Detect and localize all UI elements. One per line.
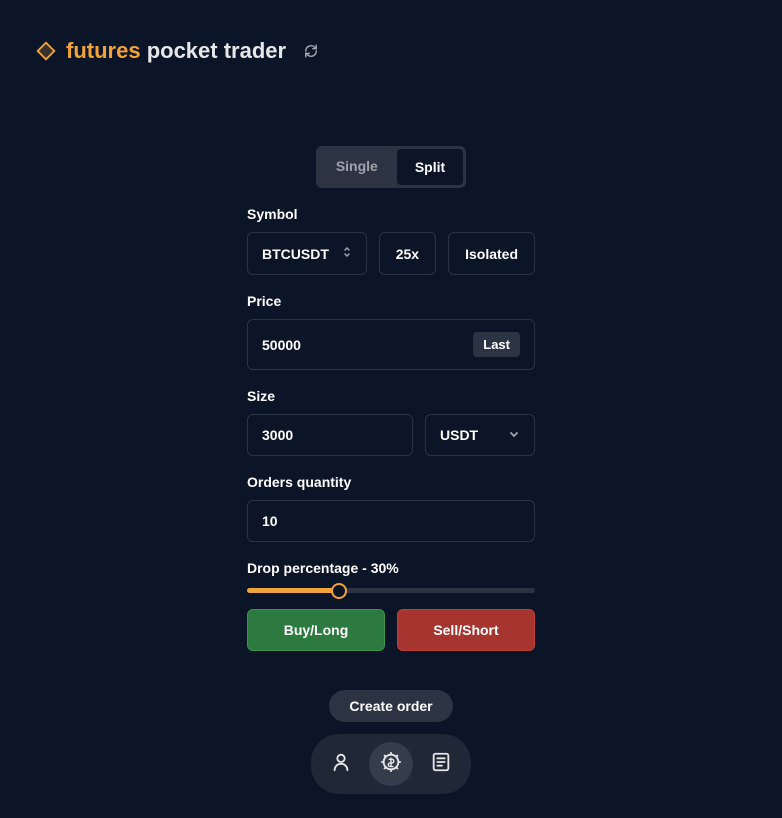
slider-thumb[interactable] — [331, 583, 347, 599]
nav-account-button[interactable] — [319, 742, 363, 786]
leverage-button[interactable]: 25x — [379, 232, 436, 275]
price-label: Price — [247, 293, 535, 309]
drop-slider[interactable] — [247, 588, 535, 593]
order-form: Single Split Symbol BTCUSDT 25x Isolated… — [247, 146, 535, 651]
qty-input[interactable] — [262, 513, 520, 529]
symbol-label: Symbol — [247, 206, 535, 222]
bottom-nav: Create order — [311, 690, 471, 794]
qty-input-wrap — [247, 500, 535, 542]
nav-list-button[interactable] — [419, 742, 463, 786]
qty-label: Orders quantity — [247, 474, 535, 490]
drop-label: Drop percentage - 30% — [247, 560, 535, 576]
sell-short-button[interactable]: Sell/Short — [397, 609, 535, 651]
nav-create-order-button[interactable] — [369, 742, 413, 786]
nav-tooltip: Create order — [329, 690, 452, 722]
size-input[interactable] — [262, 427, 398, 443]
refresh-icon[interactable] — [304, 44, 318, 58]
tab-split[interactable]: Split — [396, 148, 464, 186]
logo: futures pocket trader — [36, 38, 286, 64]
brand-title: futures pocket trader — [66, 38, 286, 64]
list-icon — [430, 751, 452, 778]
mode-tabs: Single Split — [247, 146, 535, 188]
header: futures pocket trader — [0, 0, 782, 64]
buy-long-button[interactable]: Buy/Long — [247, 609, 385, 651]
size-input-wrap — [247, 414, 413, 456]
coin-gear-icon — [380, 751, 402, 778]
size-unit-select[interactable]: USDT — [425, 414, 535, 456]
symbol-value: BTCUSDT — [262, 246, 329, 262]
tab-single[interactable]: Single — [318, 148, 396, 186]
margin-type-button[interactable]: Isolated — [448, 232, 535, 275]
chevron-down-icon — [508, 427, 520, 443]
price-input[interactable] — [262, 337, 473, 353]
symbol-select[interactable]: BTCUSDT — [247, 232, 367, 275]
size-label: Size — [247, 388, 535, 404]
unit-value: USDT — [440, 427, 478, 443]
logo-icon — [36, 41, 56, 61]
select-icon — [342, 245, 352, 262]
price-last-button[interactable]: Last — [473, 332, 520, 357]
price-input-wrap: Last — [247, 319, 535, 370]
user-icon — [330, 751, 352, 778]
